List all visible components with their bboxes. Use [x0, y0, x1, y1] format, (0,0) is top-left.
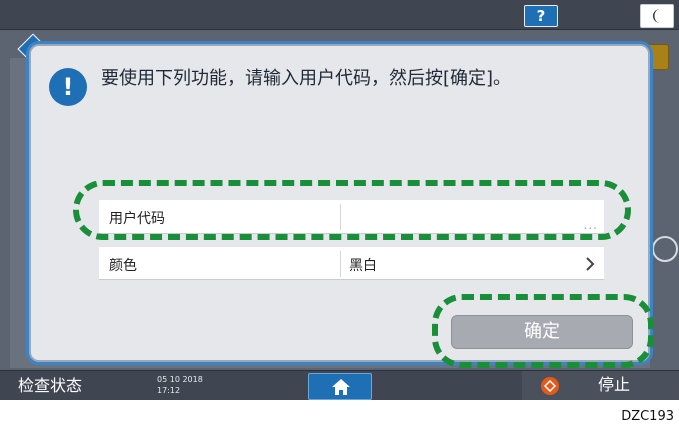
color-row[interactable]: 颜色 黑白: [99, 246, 604, 280]
background-circle-control: [652, 236, 678, 262]
dialog-message: 要使用下列功能，请输入用户代码，然后按[确定]。: [101, 68, 512, 89]
info-icon: !: [49, 68, 87, 106]
time-text: 17:12: [157, 386, 181, 395]
moon-icon: [653, 9, 660, 23]
stop-icon: [541, 377, 559, 395]
energy-saver-button[interactable]: [640, 4, 674, 28]
user-code-highlight: [73, 180, 631, 240]
chevron-right-icon: [586, 257, 595, 271]
top-bar: ?: [0, 0, 679, 30]
bottom-bar: 检查状态 05 10 2018 17:12: [0, 370, 679, 400]
home-button[interactable]: [308, 373, 372, 400]
ok-button-highlight: [432, 294, 654, 368]
color-value: 黑白: [349, 258, 377, 274]
date-time: 05 10 2018 17:12: [157, 374, 203, 396]
date-text: 05 10 2018: [157, 375, 203, 384]
color-label: 颜色: [109, 258, 137, 274]
figure-caption: DZC193: [621, 409, 674, 424]
home-icon: [332, 379, 350, 395]
row-divider: [340, 251, 341, 277]
device-screen: ? ! 要使用下列功能，请输入用户代码，然后按[确定]。 用户代码 ... 颜色: [0, 0, 679, 400]
help-button[interactable]: ?: [524, 5, 558, 27]
check-status-button[interactable]: 检查状态: [18, 374, 82, 398]
stop-button[interactable]: 停止: [598, 373, 630, 397]
